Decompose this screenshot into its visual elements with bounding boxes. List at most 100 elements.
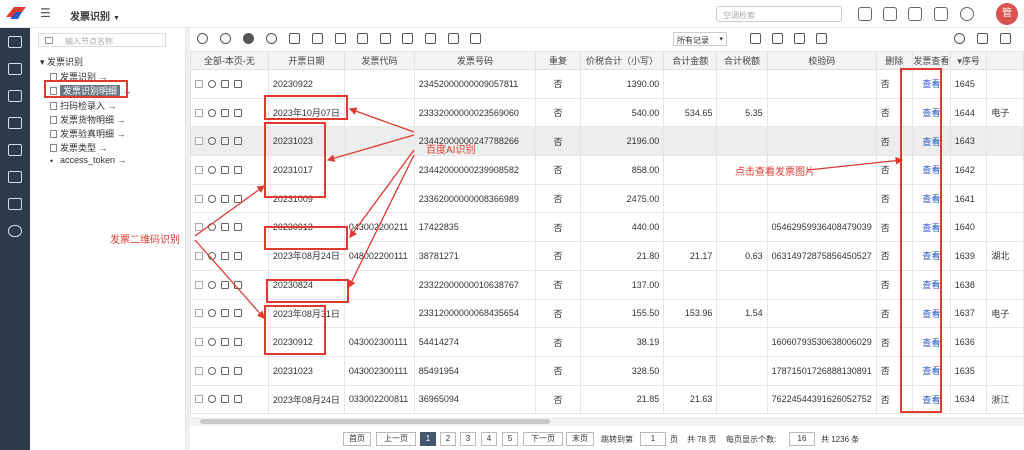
view-invoice-link[interactable]: 查看: [911, 126, 951, 157]
column-header[interactable]: 发票查看: [911, 51, 951, 70]
row-checkbox[interactable]: [195, 280, 203, 289]
view-invoice-link[interactable]: 查看: [911, 241, 951, 271]
menu-toggle-icon[interactable]: ☰: [40, 7, 52, 19]
trash-icon[interactable]: [234, 194, 242, 203]
eye-icon[interactable]: [208, 194, 216, 203]
select-all-header[interactable]: 全部-本页-无: [190, 51, 269, 70]
menu-search-input[interactable]: 空调检索: [716, 6, 842, 22]
edit-icon[interactable]: [221, 223, 229, 232]
trash-icon[interactable]: [234, 395, 242, 404]
row-checkbox[interactable]: [195, 338, 203, 347]
app-title[interactable]: 发票识别 ▼: [70, 8, 120, 23]
download-icon[interactable]: [883, 7, 897, 21]
tree-item-scan-entry[interactable]: 扫码检录入 →: [50, 99, 117, 112]
jump-page-input[interactable]: 1: [640, 432, 666, 446]
last-page-button[interactable]: 末页: [566, 432, 594, 446]
column-header[interactable]: 删除: [875, 51, 913, 70]
table-row[interactable]: 2023年10月07日 23332000000023569060 否 540.00 53…: [190, 97, 1024, 128]
column-header[interactable]: 重复: [535, 51, 581, 70]
view-invoice-link[interactable]: 查看: [911, 212, 951, 243]
tree-item-goods-detail[interactable]: 发票货物明细 →: [50, 113, 126, 126]
trash-icon[interactable]: [234, 280, 242, 289]
edit-icon[interactable]: [221, 194, 229, 203]
table-row[interactable]: 20231009 23362000000008366989 否 2475.00 否查看 1…: [190, 183, 1024, 214]
column-header[interactable]: 发票代码: [343, 51, 415, 70]
table-row[interactable]: 2023年08月24日 048002200111 38781271 否 21.80 21.…: [190, 241, 1024, 271]
scrollbar-thumb[interactable]: [200, 419, 550, 424]
grid-icon[interactable]: [794, 33, 805, 44]
table-row[interactable]: 20231023 23442000000247788266 否 2196.00 否查看 1…: [190, 126, 1024, 157]
export-icon[interactable]: [425, 33, 436, 44]
trash-icon[interactable]: [234, 251, 242, 260]
trash-icon[interactable]: [234, 137, 242, 146]
edit-icon[interactable]: [221, 309, 229, 318]
tree-item-invoice-type[interactable]: 发票类型 →: [50, 141, 108, 154]
print-icon[interactable]: [312, 33, 323, 44]
view-invoice-link[interactable]: 查看: [911, 183, 951, 214]
page-button[interactable]: 5: [502, 432, 518, 446]
record-filter-select[interactable]: 所有记录 ▾: [673, 32, 727, 46]
refresh-icon[interactable]: [197, 33, 208, 44]
edit-icon[interactable]: [221, 338, 229, 347]
view-invoice-link[interactable]: 查看: [911, 155, 951, 185]
view-invoice-link[interactable]: 查看: [911, 327, 951, 357]
view-invoice-link[interactable]: 查看: [911, 298, 951, 329]
fullscreen-icon[interactable]: [772, 33, 783, 44]
column-header[interactable]: 发票号码: [413, 51, 537, 70]
page-button[interactable]: 2: [440, 432, 456, 446]
add-outline-icon[interactable]: [266, 33, 277, 44]
trash-icon[interactable]: [234, 108, 242, 117]
screen-icon[interactable]: [8, 144, 22, 156]
tree-item-recognition-detail[interactable]: 发票识别明细 →: [50, 84, 132, 97]
table-row[interactable]: 20230913 043002200211 17422835 否 440.00 05462…: [190, 212, 1024, 243]
page-button[interactable]: 4: [481, 432, 497, 446]
document-icon[interactable]: [470, 33, 481, 44]
edit-doc-icon[interactable]: [977, 33, 988, 44]
eye-icon[interactable]: [208, 280, 216, 289]
tree-item-verify-detail[interactable]: 发票验真明细 →: [50, 127, 126, 140]
trash-icon[interactable]: [234, 309, 242, 318]
tree-item-access-token[interactable]: • access_token →: [50, 155, 127, 166]
message-icon[interactable]: [908, 7, 922, 21]
copy-icon[interactable]: [289, 33, 300, 44]
image-icon[interactable]: [8, 198, 22, 210]
table-row[interactable]: 2023年08月24日 033002200811 36965094 否 21.85 21.…: [190, 384, 1024, 414]
clipboard-icon[interactable]: [8, 90, 22, 102]
edit-icon[interactable]: [221, 137, 229, 146]
eye-icon[interactable]: [208, 395, 216, 404]
table-row[interactable]: 20231017 23442000000239908582 否 858.00 否查看 16…: [190, 155, 1024, 185]
layout-icon[interactable]: [8, 171, 22, 183]
sync-icon[interactable]: [750, 33, 761, 44]
eye-icon[interactable]: [208, 251, 216, 260]
eye-icon[interactable]: [208, 309, 216, 318]
theme-icon[interactable]: [934, 7, 948, 21]
row-checkbox[interactable]: [195, 223, 203, 232]
tree-item-invoice-recognition[interactable]: 发票识别 →: [50, 70, 108, 83]
list-icon[interactable]: [357, 33, 368, 44]
row-checkbox[interactable]: [195, 165, 203, 174]
column-header[interactable]: 价税合计（小写）: [579, 51, 665, 70]
table-row[interactable]: 20230922 23452000000009057811 否 1390.00 否查看 1…: [190, 69, 1024, 99]
gear-icon[interactable]: [8, 225, 22, 237]
monitor-icon[interactable]: [8, 63, 22, 75]
table-row[interactable]: 20231023 043002300111 85491954 否 328.50 17871…: [190, 355, 1024, 386]
add-icon[interactable]: [243, 33, 254, 44]
home-icon[interactable]: [8, 36, 22, 48]
column-header[interactable]: 合计税额: [716, 51, 768, 70]
import-icon[interactable]: [448, 33, 459, 44]
trash-icon[interactable]: [234, 366, 242, 375]
search-circle-icon[interactable]: [220, 33, 231, 44]
edit-icon[interactable]: [221, 280, 229, 289]
column-header[interactable]: 开票日期: [267, 51, 345, 70]
eye-icon[interactable]: [208, 137, 216, 146]
tree-root[interactable]: ▾ 发票识别: [40, 55, 83, 68]
avatar[interactable]: 管: [996, 3, 1018, 25]
tree-search-input[interactable]: 输入节点名称: [38, 33, 166, 47]
edit-icon[interactable]: [221, 108, 229, 117]
edit-icon[interactable]: [221, 366, 229, 375]
table-row[interactable]: 20230824 23322000000010638767 否 137.00 否查看 16…: [190, 269, 1024, 300]
edit-icon[interactable]: [221, 79, 229, 88]
row-checkbox[interactable]: [195, 251, 203, 260]
horizontal-scrollbar[interactable]: [190, 417, 1024, 426]
next-page-button[interactable]: 下一页: [523, 432, 563, 446]
